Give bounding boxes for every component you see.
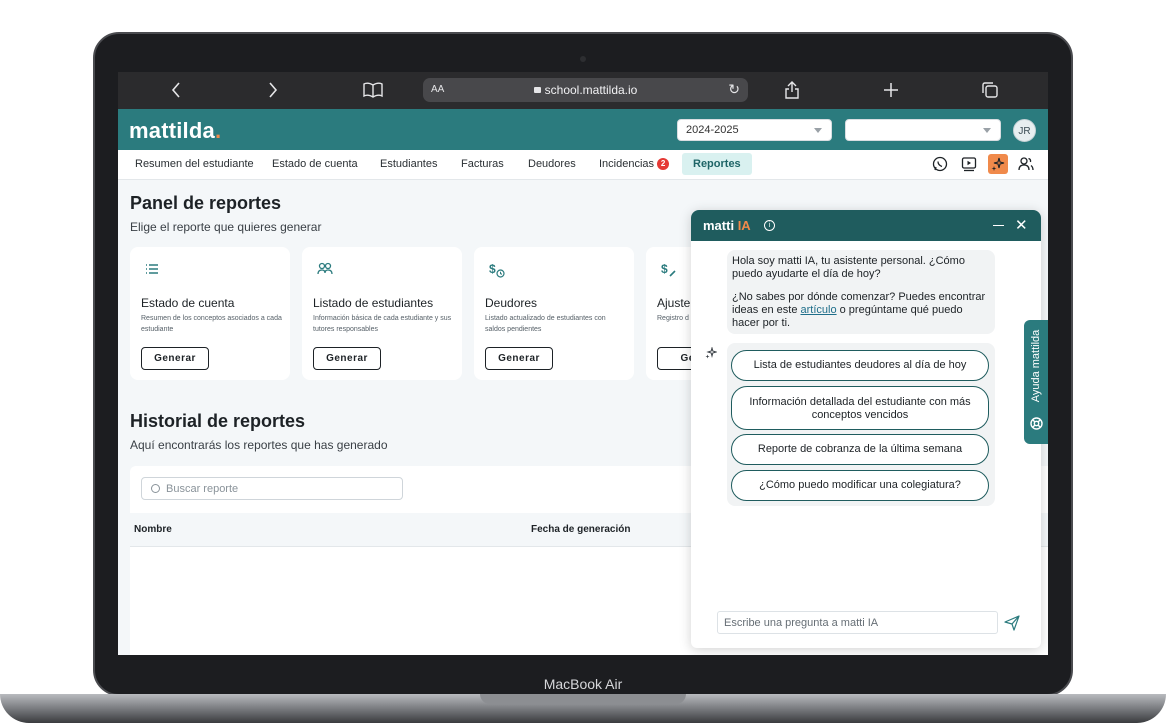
report-card-listado-estudiantes: Listado de estudiantes Información básic… [302, 247, 462, 380]
main-nav: Resumen del estudiante Estado de cuenta … [118, 150, 1048, 180]
report-card-estado-de-cuenta: Estado de cuenta Resumen de los concepto… [130, 247, 290, 380]
reload-icon[interactable]: ↻ [728, 81, 740, 98]
device-model-label: MacBook Air [543, 676, 623, 692]
card-title: Deudores [485, 296, 538, 310]
panel-title: Panel de reportes [130, 193, 282, 213]
user-avatar[interactable]: JR [1013, 119, 1036, 142]
mattilda-logo[interactable]: mattilda. [129, 118, 221, 144]
app-header: mattilda. 2024-2025 JR [118, 109, 1048, 150]
minimize-icon[interactable] [993, 225, 1004, 226]
back-icon[interactable] [168, 78, 184, 102]
incidencias-count-badge: 2 [657, 158, 670, 170]
history-subtitle: Aquí encontrarás los reportes que has ge… [130, 438, 388, 452]
whatsapp-icon[interactable] [930, 154, 950, 174]
chat-input-placeholder: Escribe una pregunta a matti IA [724, 617, 879, 629]
url-text: school.mattilda.io [544, 83, 638, 97]
send-icon[interactable] [1004, 615, 1020, 631]
chevron-down-icon [814, 128, 822, 133]
nav-item-deudores[interactable]: Deudores [528, 158, 576, 170]
nav-item-estado-de-cuenta[interactable]: Estado de cuenta [272, 158, 358, 170]
info-icon[interactable]: i [764, 220, 775, 231]
school-year-select[interactable]: 2024-2025 [677, 119, 832, 141]
list-icon [145, 262, 161, 278]
search-placeholder: Buscar reporte [166, 483, 239, 495]
nav-item-resumen[interactable]: Resumen del estudiante [135, 158, 254, 170]
search-icon [151, 484, 160, 493]
assistant-message: Hola soy matti IA, tu asistente personal… [727, 250, 995, 334]
lifebuoy-icon [1030, 417, 1043, 430]
matti-ia-sparkle-icon[interactable] [988, 154, 1008, 174]
money-clock-icon: $ [489, 262, 505, 278]
matti-ia-logo: matti IA [703, 218, 751, 233]
laptop-mockup: AA school.mattilda.io ↻ mattilda. 2024-2… [0, 0, 1166, 723]
generate-button[interactable]: Generar [485, 347, 553, 370]
chat-input[interactable]: Escribe una pregunta a matti IA [717, 611, 998, 634]
nav-item-incidencias-label: Incidencias [599, 158, 655, 170]
close-icon[interactable]: ✕ [1015, 216, 1028, 234]
suggestions-list: Lista de estudiantes deudores al día de … [727, 343, 995, 506]
money-edit-icon: $ [661, 262, 677, 278]
nav-item-estudiantes[interactable]: Estudiantes [380, 158, 437, 170]
panel-subtitle: Elige el reporte que quieres generar [130, 220, 322, 234]
history-title: Historial de reportes [130, 411, 306, 431]
bookmarks-icon[interactable] [361, 78, 385, 102]
card-title: Ajuste [657, 296, 691, 310]
laptop-base-notch [480, 694, 686, 704]
suggestion-button[interactable]: Información detallada del estudiante con… [731, 386, 989, 430]
suggestion-button[interactable]: ¿Cómo puedo modificar una colegiatura? [731, 470, 989, 501]
lock-icon [533, 87, 541, 93]
matti-ia-chat-panel: matti IA i ✕ Hola soy matti IA, tu asist… [691, 210, 1041, 648]
column-header-nombre[interactable]: Nombre [134, 524, 172, 535]
card-title: Estado de cuenta [141, 296, 235, 310]
suggestion-button[interactable]: Reporte de cobranza de la última semana [731, 434, 989, 465]
card-description: Resumen de los conceptos asociados a cad… [141, 315, 282, 333]
nav-item-incidencias[interactable]: Incidencias 2 [599, 158, 670, 171]
camera [580, 56, 586, 62]
card-description: Información básica de cada estudiante y … [313, 315, 452, 333]
share-icon[interactable] [784, 78, 800, 102]
forward-icon[interactable] [265, 78, 281, 102]
svg-text:$: $ [661, 262, 668, 276]
nav-item-reportes[interactable]: Reportes [682, 153, 752, 175]
article-link[interactable]: artículo [801, 304, 837, 316]
prompt-text: ¿No sabes por dónde comenzar? Puedes enc… [732, 291, 986, 329]
campus-select[interactable] [845, 119, 1001, 141]
users-icon [317, 262, 333, 278]
chevron-down-icon [983, 128, 991, 133]
search-input[interactable]: Buscar reporte [141, 477, 403, 500]
school-year-value: 2024-2025 [686, 124, 739, 136]
video-tutorial-icon[interactable] [959, 154, 979, 174]
generate-button[interactable]: Generar [141, 347, 209, 370]
tabs-overview-icon[interactable] [981, 78, 999, 102]
address-bar[interactable]: AA school.mattilda.io ↻ [423, 78, 748, 102]
greeting-text: Hola soy matti IA, tu asistente personal… [732, 255, 965, 280]
svg-text:$: $ [489, 262, 496, 276]
suggestion-button[interactable]: Lista de estudiantes deudores al día de … [731, 350, 989, 381]
sparkle-icon [705, 346, 718, 359]
report-card-deudores: $ Deudores Listado actualizado de estudi… [474, 247, 634, 380]
generate-button[interactable]: Generar [313, 347, 381, 370]
users-admin-icon[interactable] [1016, 154, 1036, 174]
nav-item-facturas[interactable]: Facturas [461, 158, 504, 170]
new-tab-icon[interactable] [882, 78, 900, 102]
column-header-fecha[interactable]: Fecha de generación [531, 524, 630, 535]
card-title: Listado de estudiantes [313, 296, 434, 310]
chat-header: matti IA i ✕ [691, 210, 1041, 241]
card-description: Listado actualizado de estudiantes con s… [485, 315, 606, 333]
browser-toolbar: AA school.mattilda.io ↻ [118, 72, 1048, 109]
screen: AA school.mattilda.io ↻ mattilda. 2024-2… [118, 72, 1048, 655]
